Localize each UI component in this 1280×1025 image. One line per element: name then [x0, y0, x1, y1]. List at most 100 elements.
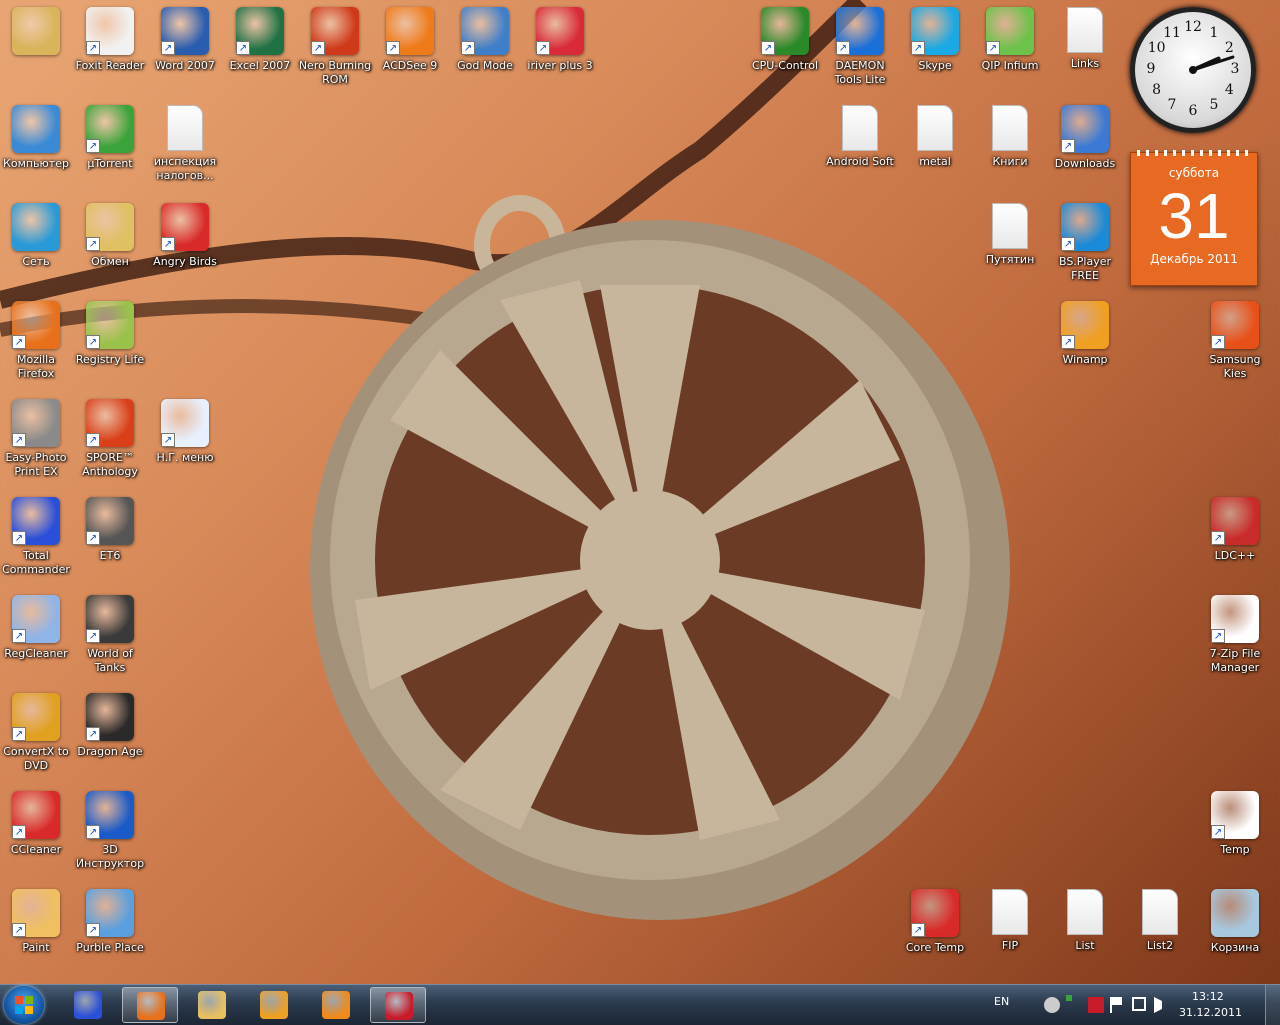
taskbar-button-kaspersky[interactable] — [370, 987, 426, 1023]
tray-clock-time[interactable]: 13:12 — [1192, 990, 1224, 1003]
desktop-icon-acdsee-9[interactable]: ↗ ACDSee 9 — [372, 7, 448, 73]
ldcpp-icon: ↗ — [1211, 497, 1259, 545]
desktop-icon-label: BS.Player FREE — [1058, 255, 1112, 282]
kaspersky-tray-icon[interactable] — [1088, 997, 1104, 1013]
desktop-icon-label: Компьютер — [3, 157, 69, 170]
network-computers-icon: ↗ — [1061, 105, 1109, 153]
desktop-icon-list[interactable]: List — [1047, 889, 1123, 953]
desktop-icon-downloads[interactable]: ↗ Downloads — [1047, 105, 1123, 171]
desktop-icon-ldc[interactable]: ↗ LDC++ — [1197, 497, 1273, 563]
chip-icon: ↗ — [761, 7, 809, 55]
desktop-icon-foxit-reader[interactable]: ↗ Foxit Reader — [72, 7, 148, 73]
desktop-icon-label: SPORE™ Anthology — [82, 451, 138, 478]
desktop-icon-label: DAEMON Tools Lite — [834, 59, 886, 86]
show-desktop-button[interactable] — [1265, 985, 1280, 1025]
network-status-icon[interactable] — [1132, 997, 1146, 1011]
taskbar-button-media-player[interactable] — [308, 987, 364, 1023]
desktop-icon-word-2007[interactable]: ↗ Word 2007 — [147, 7, 223, 73]
samsung-kies-icon: ↗ — [1211, 301, 1259, 349]
desktop-icon-label: Книги — [992, 155, 1028, 168]
desktop-icon-user-folder[interactable] — [0, 7, 74, 59]
desktop-icon-registry-life[interactable]: ↗ Registry Life — [72, 301, 148, 367]
desktop-icon-label: Mozilla Firefox — [17, 353, 55, 380]
desktop-icon-fip[interactable]: FIP — [972, 889, 1048, 953]
qip-icon: ↗ — [986, 7, 1034, 55]
shortcut-arrow-icon: ↗ — [1211, 825, 1225, 839]
desktop-icon-core-temp[interactable]: ↗ Core Temp — [897, 889, 973, 955]
file-icon — [992, 203, 1028, 249]
desktop-icon-3d-инструктор[interactable]: ↗ 3D Инструктор — [72, 791, 148, 871]
desktop-icon-et6[interactable]: ↗ ET6 — [72, 497, 148, 563]
calendar-gadget[interactable]: суббота 31 Декабрь 2011 — [1130, 150, 1258, 286]
file-icon — [842, 105, 878, 151]
taskbar-button-explorer-folder[interactable] — [184, 987, 240, 1023]
shortcut-arrow-icon: ↗ — [1061, 237, 1075, 251]
user-folder-icon — [12, 7, 60, 55]
paint-icon: ↗ — [12, 889, 60, 937]
language-indicator[interactable]: EN — [994, 995, 1009, 1008]
desktop-icon-spore-anthology[interactable]: ↗ SPORE™ Anthology — [72, 399, 148, 479]
desktop-icon-инспекция-налогов[interactable]: инспекция налогов... — [147, 105, 223, 183]
desktop-icon-paint[interactable]: ↗ Paint — [0, 889, 74, 955]
file-icon — [992, 105, 1028, 151]
shared-folder-icon: ↗ — [86, 203, 134, 251]
desktop-icon-iriver-plus-3[interactable]: ↗ iriver plus 3 — [522, 7, 598, 73]
desktop-icon-ccleaner[interactable]: ↗ CCleaner — [0, 791, 74, 857]
desktop-icon-list2[interactable]: List2 — [1122, 889, 1198, 953]
7zip-icon: ↗ — [1211, 595, 1259, 643]
desktop-icon-daemon-tools-lite[interactable]: ↗ DAEMON Tools Lite — [822, 7, 898, 87]
desktop-icon-torrent[interactable]: ↗ µTorrent — [72, 105, 148, 171]
desktop-icon-links[interactable]: Links — [1047, 7, 1123, 71]
shortcut-arrow-icon: ↗ — [86, 727, 100, 741]
desktop-icon-angry-birds[interactable]: ↗ Angry Birds — [147, 203, 223, 269]
network-tray-icon[interactable] — [1044, 997, 1060, 1013]
desktop-icon-easy-photo-print-ex[interactable]: ↗ Easy-Photo Print EX — [0, 399, 74, 479]
desktop-icon-winamp[interactable]: ↗ Winamp — [1047, 301, 1123, 367]
desktop-icon-label: µTorrent — [87, 157, 133, 170]
desktop-icon-samsung-kies[interactable]: ↗ Samsung Kies — [1197, 301, 1273, 381]
desktop-icon-обмен[interactable]: ↗ Обмен — [72, 203, 148, 269]
desktop-icon-temp[interactable]: ↗ Temp — [1197, 791, 1273, 857]
desktop-icon-dragon-age[interactable]: ↗ Dragon Age — [72, 693, 148, 759]
desktop-icon-компьютер[interactable]: Компьютер — [0, 105, 74, 171]
desktop-icon-cpu-control[interactable]: ↗ CPU-Control — [747, 7, 823, 73]
desktop-icon-корзина[interactable]: Корзина — [1197, 889, 1273, 955]
daemon-tools-icon: ↗ — [836, 7, 884, 55]
action-center-flag-icon[interactable] — [1110, 997, 1122, 1013]
desktop-icon-purble-place[interactable]: ↗ Purble Place — [72, 889, 148, 955]
taskbar-button-winamp[interactable] — [246, 987, 302, 1023]
desktop-icon-label: List — [1075, 939, 1095, 952]
taskbar-button-total-commander[interactable] — [60, 987, 116, 1023]
dragon-age-icon: ↗ — [86, 693, 134, 741]
desktop-icon-total-commander[interactable]: ↗ Total Commander — [0, 497, 74, 577]
desktop-icon-bs-player-free[interactable]: ↗ BS.Player FREE — [1047, 203, 1123, 283]
desktop-icon-metal[interactable]: metal — [897, 105, 973, 169]
desktop-icon-mozilla-firefox[interactable]: ↗ Mozilla Firefox — [0, 301, 74, 381]
taskbar-button-firefox[interactable] — [122, 987, 178, 1023]
calendar-rings — [1137, 150, 1251, 156]
desktop-icon-god-mode[interactable]: ↗ God Mode — [447, 7, 523, 73]
start-button[interactable] — [4, 986, 44, 1024]
desktop-icon-книги[interactable]: Книги — [972, 105, 1048, 169]
desktop-icon-сеть[interactable]: Сеть — [0, 203, 74, 269]
desktop-icon-android-soft[interactable]: Android Soft — [822, 105, 898, 169]
shortcut-arrow-icon: ↗ — [12, 727, 26, 741]
desktop-icon-7-zip-file-manager[interactable]: ↗ 7-Zip File Manager — [1197, 595, 1273, 675]
shortcut-arrow-icon: ↗ — [12, 335, 26, 349]
desktop-icon-regcleaner[interactable]: ↗ RegCleaner — [0, 595, 74, 661]
volume-icon[interactable] — [1154, 997, 1162, 1013]
shortcut-arrow-icon: ↗ — [12, 923, 26, 937]
desktop-icon-путятин[interactable]: Путятин — [972, 203, 1048, 267]
utorrent-tray-icon[interactable] — [1066, 995, 1072, 1001]
desktop-icon-convertx-to-dvd[interactable]: ↗ ConvertX to DVD — [0, 693, 74, 773]
desktop-icon-qip-infium[interactable]: ↗ QIP Infium — [972, 7, 1048, 73]
desktop-icon-world-of-tanks[interactable]: ↗ World of Tanks — [72, 595, 148, 675]
desktop-icon-nero-burning-rom[interactable]: ↗ Nero Burning ROM — [297, 7, 373, 87]
desktop-icon-label: QIP Infium — [981, 59, 1039, 72]
desktop-icon-н-г-меню[interactable]: ↗ Н.Г. меню — [147, 399, 223, 465]
desktop-icon-skype[interactable]: ↗ Skype — [897, 7, 973, 73]
shortcut-arrow-icon: ↗ — [86, 825, 100, 839]
tray-clock-date[interactable]: 31.12.2011 — [1179, 1006, 1242, 1019]
desktop-icon-excel-2007[interactable]: ↗ Excel 2007 — [222, 7, 298, 73]
clock-gadget[interactable]: 12 1 2 3 4 5 6 7 8 9 10 11 — [1130, 7, 1256, 133]
